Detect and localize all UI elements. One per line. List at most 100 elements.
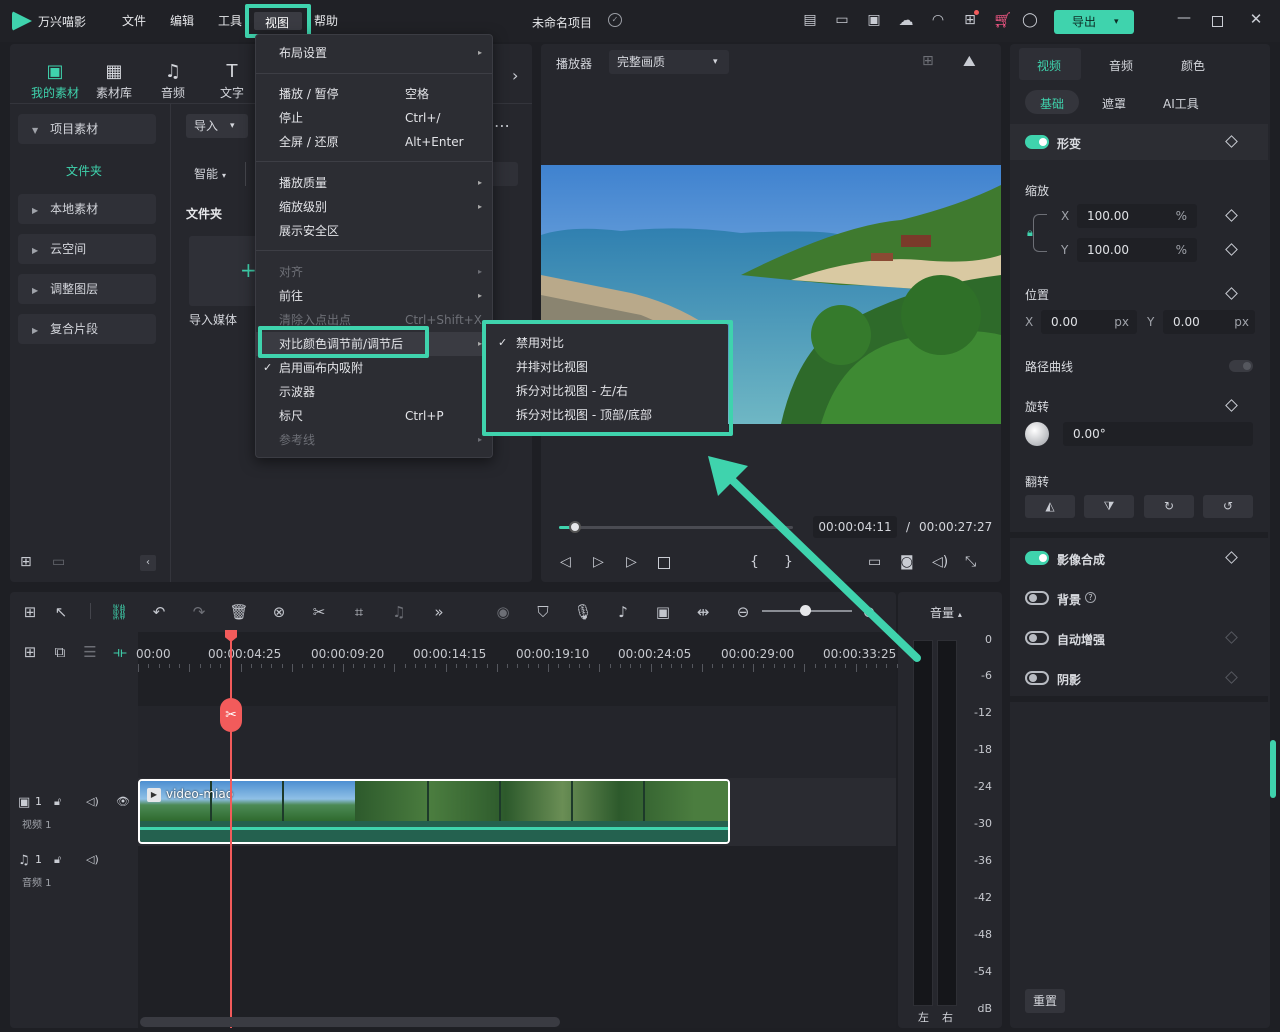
- split-scissors-icon[interactable]: ✂: [309, 603, 329, 621]
- tab-color[interactable]: 颜色: [1181, 57, 1205, 74]
- transform-toggle[interactable]: [1025, 135, 1049, 149]
- tab-text[interactable]: T 文字: [206, 60, 258, 101]
- account-icon[interactable]: ◯: [1021, 12, 1039, 28]
- marker-icon[interactable]: ⛉: [533, 603, 553, 621]
- auto-enhance-toggle[interactable]: [1025, 631, 1049, 645]
- menu-item-stop[interactable]: 停止 Ctrl+/: [256, 106, 492, 130]
- track-layout-icon[interactable]: ☰: [80, 643, 100, 661]
- maximize-icon[interactable]: [1212, 16, 1223, 27]
- menu-item-safe-area[interactable]: 展示安全区: [256, 219, 492, 243]
- fullscreen-icon[interactable]: ⤡: [965, 554, 976, 570]
- tab-my-media[interactable]: ▣ 我的素材: [29, 60, 81, 101]
- layout-icon[interactable]: ▭: [833, 12, 851, 28]
- scope-image-icon[interactable]: ⛰︎: [963, 52, 976, 70]
- tab-audio[interactable]: ♫ 音频: [147, 60, 199, 101]
- import-dropdown[interactable]: 导入 ▾: [186, 114, 248, 138]
- grid-view-icon[interactable]: ⊞: [922, 53, 934, 69]
- layout-mode-icon[interactable]: ⊞: [20, 603, 40, 621]
- delete-icon[interactable]: 🗑︎: [229, 603, 249, 621]
- pos-x-input[interactable]: 0.00 px: [1041, 310, 1137, 334]
- smart-sort-dropdown[interactable]: 智能 ▾: [186, 162, 246, 186]
- export-button[interactable]: 导出 ▾: [1054, 10, 1134, 34]
- path-curve-toggle[interactable]: [1229, 360, 1253, 372]
- tab-stock-media[interactable]: ▦ 素材库: [88, 60, 140, 101]
- track-mute-icon[interactable]: ◁): [86, 795, 99, 808]
- ai-cutout-icon[interactable]: ⊗: [269, 603, 289, 621]
- select-cursor-icon[interactable]: ↖: [51, 603, 71, 621]
- play-icon[interactable]: ▷: [626, 554, 637, 570]
- submenu-disable-compare[interactable]: ✓ 禁用对比: [486, 331, 726, 355]
- track-mute-icon[interactable]: ◁): [86, 853, 99, 866]
- menu-view[interactable]: 视图: [245, 4, 311, 38]
- folder-icon[interactable]: ▭: [52, 554, 65, 570]
- quality-dropdown[interactable]: 完整画质 ▾: [609, 50, 729, 74]
- link-track-icon[interactable]: ⧉: [50, 643, 70, 661]
- menu-item-ruler[interactable]: 标尺 Ctrl+P: [256, 404, 492, 428]
- playhead-scissors-icon[interactable]: ✂: [220, 698, 242, 732]
- crop-icon[interactable]: ⌗: [349, 603, 369, 621]
- menu-item-quality[interactable]: 播放质量 ▸: [256, 171, 492, 195]
- rotate-cw-icon[interactable]: ↻: [1144, 495, 1194, 518]
- sidebar-item-cloud[interactable]: ▶ 云空间: [18, 234, 156, 264]
- close-icon[interactable]: ✕: [1248, 10, 1264, 28]
- sidebar-item-folder[interactable]: 文件夹: [66, 162, 102, 179]
- panel-scrollbar[interactable]: [1270, 740, 1276, 798]
- sidebar-item-project[interactable]: ▼ 项目素材: [18, 114, 156, 144]
- menu-item-goto[interactable]: 前往 ▸: [256, 284, 492, 308]
- redo-icon[interactable]: ↷: [189, 603, 209, 621]
- rotate-dial[interactable]: [1025, 422, 1049, 446]
- cart-icon[interactable]: 🛒︎: [993, 11, 1012, 29]
- shadow-toggle[interactable]: [1025, 671, 1049, 685]
- pos-y-input[interactable]: 0.00 px: [1163, 310, 1255, 334]
- next-frame-icon[interactable]: ▷: [593, 554, 604, 570]
- subtab-ai-tools[interactable]: AI工具: [1163, 95, 1199, 112]
- snap-magnet-icon[interactable]: ⟛: [110, 643, 130, 661]
- composite-toggle[interactable]: [1025, 551, 1049, 565]
- new-folder-icon[interactable]: ⊞: [20, 554, 32, 570]
- timeline-hscroll[interactable]: [140, 1017, 560, 1027]
- tabs-next-icon[interactable]: ›: [512, 66, 518, 85]
- render-icon[interactable]: ◉: [493, 603, 513, 621]
- flip-vertical-icon[interactable]: ⧩: [1084, 495, 1134, 518]
- subtab-mask[interactable]: 遮罩: [1102, 95, 1126, 112]
- menu-item-scope[interactable]: 示波器: [256, 380, 492, 404]
- audio-mix-icon[interactable]: ♪: [613, 603, 633, 621]
- save-icon[interactable]: ▣: [865, 12, 883, 28]
- tab-audio-props[interactable]: 音频: [1109, 57, 1133, 74]
- sidebar-item-adjust[interactable]: ▶ 调整图层: [18, 274, 156, 304]
- tab-video[interactable]: 视频: [1037, 57, 1061, 74]
- menu-file[interactable]: 文件: [122, 12, 146, 29]
- submenu-split-left-right[interactable]: 拆分对比视图 - 左/右: [486, 379, 726, 403]
- sidebar-item-local[interactable]: ▶ 本地素材: [18, 194, 156, 224]
- submenu-side-by-side[interactable]: 并排对比视图: [486, 355, 726, 379]
- audio-beat-icon[interactable]: ♫: [389, 603, 409, 621]
- scale-x-input[interactable]: 100.00%: [1077, 204, 1197, 228]
- scale-y-input[interactable]: 100.00%: [1077, 238, 1197, 262]
- export-dropdown-icon[interactable]: ▾: [1114, 10, 1119, 34]
- lock-icon[interactable]: 🔒︎: [1027, 226, 1033, 240]
- submenu-split-top-bottom[interactable]: 拆分对比视图 - 顶部/底部: [486, 403, 726, 427]
- add-track-icon[interactable]: ⊞: [20, 643, 40, 661]
- menu-item-play-pause[interactable]: 播放 / 暂停 空格: [256, 82, 492, 106]
- menu-item-zoom[interactable]: 缩放级别 ▸: [256, 195, 492, 219]
- help-icon[interactable]: ?: [1085, 592, 1096, 603]
- microphone-icon[interactable]: 🎙︎: [573, 603, 593, 621]
- menu-edit[interactable]: 编辑: [170, 12, 194, 29]
- preview-render-icon[interactable]: ▣: [653, 603, 673, 621]
- reset-button[interactable]: 重置: [1025, 989, 1065, 1013]
- flip-horizontal-icon[interactable]: ◭: [1025, 495, 1075, 518]
- menu-item-fullscreen[interactable]: 全屏 / 还原 Alt+Enter: [256, 130, 492, 154]
- cloud-upload-icon[interactable]: ☁: [897, 11, 915, 29]
- more-tools-icon[interactable]: »: [429, 603, 449, 621]
- rotate-input[interactable]: 0.00°: [1063, 422, 1253, 446]
- background-toggle[interactable]: [1025, 591, 1049, 605]
- rotate-ccw-icon[interactable]: ↺: [1203, 495, 1253, 518]
- stop-icon[interactable]: [658, 557, 670, 569]
- sidebar-item-compound[interactable]: ▶ 复合片段: [18, 314, 156, 344]
- menu-item-layout[interactable]: 布局设置 ▸: [256, 41, 492, 65]
- track-lock-icon[interactable]: 🔓︎: [54, 795, 61, 809]
- minimize-icon[interactable]: —: [1176, 10, 1192, 26]
- menu-tools[interactable]: 工具: [218, 12, 242, 29]
- keyframe-manager-icon[interactable]: ▤: [801, 12, 819, 28]
- track-lock-icon[interactable]: 🔓︎: [54, 853, 61, 867]
